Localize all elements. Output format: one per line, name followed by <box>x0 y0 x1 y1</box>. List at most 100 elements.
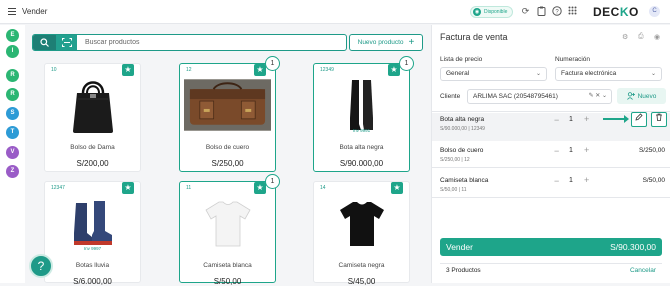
trash-icon <box>656 113 662 121</box>
client-value: ARLIMA SAC (20548795461) <box>473 93 558 100</box>
cancel-link[interactable]: Cancelar <box>630 267 656 274</box>
product-code: 12349 <box>320 67 334 73</box>
brand-logo: DECKO <box>593 5 639 19</box>
product-card[interactable]: 12349 ★ 1 Inv 9991 Bota alta negra S/90.… <box>313 56 414 172</box>
search-bar <box>32 34 347 51</box>
client-actions-icon: ✎ ✕ ⌄ <box>588 93 607 99</box>
product-image <box>180 74 275 136</box>
status-icon: ◉ <box>473 8 481 16</box>
increase-quantity-button[interactable]: + <box>584 114 589 124</box>
decrease-quantity-button[interactable]: − <box>554 146 559 156</box>
product-card[interactable]: 12347 ★ Inv 9997 Botas lluvia S/6.000,00 <box>44 181 141 286</box>
rail-item[interactable]: E <box>6 29 19 42</box>
price-list-value: General <box>446 70 470 77</box>
item-detail: S/250,00 | 12 <box>440 157 470 163</box>
rail-item[interactable]: I <box>6 45 19 58</box>
stock-label: Inv 9997 <box>83 246 102 251</box>
product-name: Camiseta negra <box>338 262 385 269</box>
product-image <box>45 74 140 136</box>
edit-item-button[interactable] <box>631 112 647 127</box>
search-icon <box>39 38 49 47</box>
rail-item[interactable]: R <box>6 88 19 101</box>
item-total: S/50,00 <box>642 177 665 184</box>
product-code: 12347 <box>51 185 65 191</box>
product-card[interactable]: 11 ★ 1 Camiseta blanca S/50,00 <box>179 174 280 286</box>
status-badge[interactable]: ◉ Disponible <box>470 6 514 18</box>
product-price: S/90.000,00 <box>339 159 384 168</box>
product-code: 12 <box>186 67 192 73</box>
plus-icon: + <box>408 36 415 48</box>
product-code: 14 <box>320 185 326 191</box>
eye-icon[interactable]: ◉ <box>654 33 660 41</box>
product-price: S/250,00 <box>211 159 244 168</box>
divider <box>432 197 670 198</box>
price-list-select[interactable]: General ⌄ <box>440 67 547 81</box>
rail-item[interactable]: R <box>6 69 19 82</box>
arrow-right-icon <box>603 115 629 123</box>
product-name: Bota alta negra <box>339 144 384 151</box>
quantity-badge: 1 <box>265 56 280 71</box>
search-button[interactable] <box>33 35 55 50</box>
product-price: S/6.000,00 <box>73 277 112 286</box>
item-detail: S/50,00 | 11 <box>440 187 467 193</box>
rail-item[interactable]: T <box>6 126 19 139</box>
product-image <box>180 192 275 254</box>
rail-item[interactable]: V <box>6 146 19 159</box>
divider <box>432 167 670 168</box>
chevron-down-icon: ⌄ <box>535 71 541 77</box>
item-name: Camiseta blanca <box>440 177 489 184</box>
invoice-line-item[interactable]: Bota alta negra S/90.000,00 | 12349 − 1 … <box>432 112 670 141</box>
item-name: Bolso de cuero <box>440 147 484 154</box>
item-quantity: 1 <box>569 116 573 123</box>
product-price: S/200,00 <box>76 159 109 168</box>
product-name: Camiseta blanca <box>203 262 252 269</box>
new-client-button[interactable]: Nuevo <box>617 88 666 104</box>
stock-label: Inv 9991 <box>352 128 371 133</box>
item-total: S/250,00 <box>638 147 665 154</box>
client-label: Cliente <box>440 93 461 100</box>
numbering-value: Factura electrónica <box>561 70 617 77</box>
menu-icon[interactable] <box>8 8 16 15</box>
sell-label: Vender <box>446 242 473 252</box>
refresh-icon[interactable]: ⟳ <box>520 6 531 17</box>
numbering-select[interactable]: Factura electrónica ⌄ <box>555 67 662 81</box>
item-quantity: 1 <box>569 177 573 184</box>
decrease-quantity-button[interactable]: − <box>554 115 559 125</box>
quantity-badge: 1 <box>399 56 414 71</box>
product-name: Bolso de Dama <box>70 144 115 151</box>
product-card[interactable]: 10 ★ Bolso de Dama S/200,00 <box>44 63 141 172</box>
new-product-button[interactable]: Nuevo producto + <box>349 34 423 51</box>
product-name: Botas lluvia <box>75 262 110 269</box>
client-select[interactable]: ARLIMA SAC (20548795461) ✎ ✕ ⌄ <box>467 89 612 104</box>
avatar[interactable]: C <box>649 6 660 17</box>
rail-item[interactable]: S <box>6 107 19 120</box>
increase-quantity-button[interactable]: + <box>584 175 589 185</box>
page-title: Vender <box>22 7 48 16</box>
sell-button[interactable]: Vender S/90.300,00 <box>440 238 662 256</box>
clipboard-icon[interactable] <box>536 6 547 17</box>
settings-icon[interactable]: ⚙ <box>622 33 628 41</box>
help-circle-icon[interactable]: ? <box>551 6 562 17</box>
invoice-footer: 3 Productos Cancelar <box>440 263 662 277</box>
new-product-label: Nuevo producto <box>357 39 404 46</box>
printer-icon[interactable]: ⎙ <box>638 33 644 41</box>
product-card[interactable]: 14 ★ Camiseta negra S/45,00 <box>313 181 410 286</box>
apps-grid-icon[interactable] <box>567 6 578 17</box>
quantity-badge: 1 <box>265 174 280 189</box>
product-name: Bolso de cuero <box>205 144 250 151</box>
chevron-down-icon: ⌄ <box>650 71 656 77</box>
status-label: Disponible <box>484 9 508 15</box>
barcode-scan-button[interactable] <box>55 35 77 50</box>
invoice-title: Factura de venta <box>440 32 508 42</box>
pencil-icon <box>635 113 643 121</box>
increase-quantity-button[interactable]: + <box>584 145 589 155</box>
item-name: Bota alta negra <box>440 116 485 123</box>
product-code: 11 <box>186 185 192 191</box>
decrease-quantity-button[interactable]: − <box>554 176 559 186</box>
product-image <box>314 74 409 136</box>
product-card[interactable]: 12 ★ 1 Bolso de cuero S/250,00 <box>179 56 280 172</box>
help-button[interactable]: ? <box>29 254 53 278</box>
search-input[interactable] <box>77 39 346 46</box>
rail-item[interactable]: Z <box>6 165 19 178</box>
delete-item-button[interactable] <box>651 112 667 127</box>
